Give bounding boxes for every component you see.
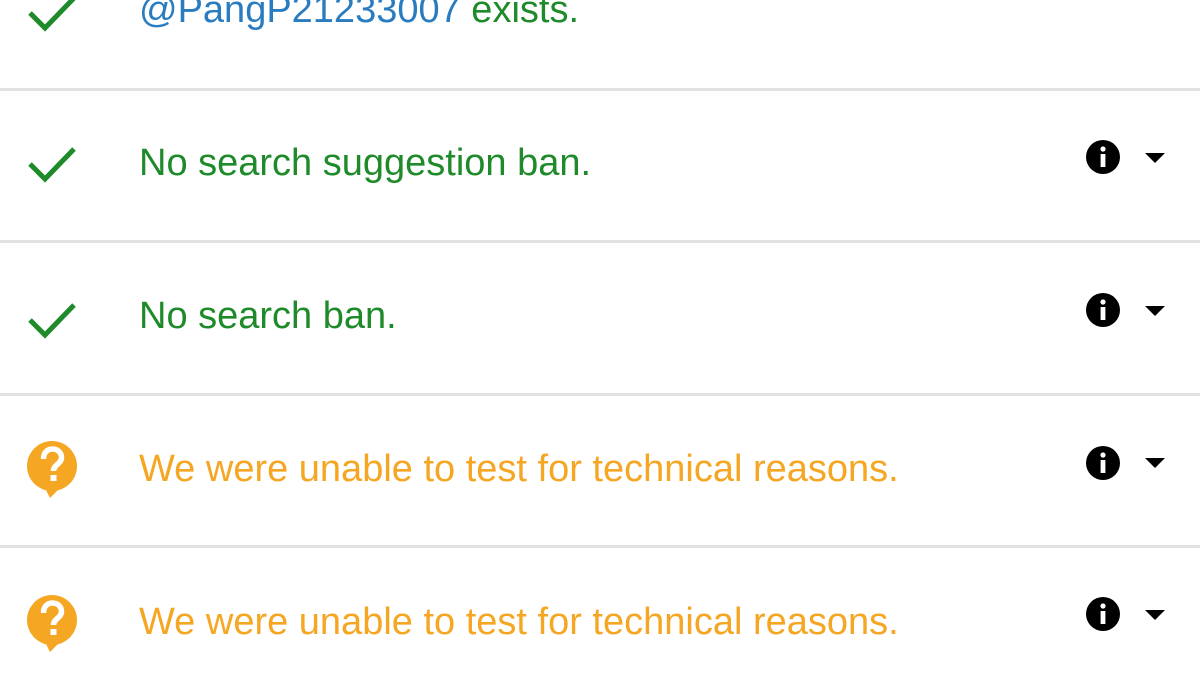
results-list: @PangP21233007 exists. No search suggest… — [0, 0, 1200, 683]
chevron-down-icon[interactable] — [1143, 304, 1167, 318]
result-text: We were unable to test for technical rea… — [139, 448, 899, 490]
result-text: No search suggestion ban. — [139, 142, 592, 184]
question-bubble-icon — [22, 592, 82, 652]
info-icon[interactable] — [1085, 445, 1121, 481]
checkmark-icon — [22, 0, 82, 42]
result-row-ghost-ban[interactable]: We were unable to test for technical rea… — [0, 396, 1200, 548]
result-text: @PangP21233007 exists. — [139, 0, 579, 32]
checkmark-icon — [22, 289, 82, 349]
exists-label: exists. — [460, 0, 579, 31]
chevron-down-icon[interactable] — [1143, 151, 1167, 165]
result-row-suggestion-ban[interactable]: No search suggestion ban. — [0, 91, 1200, 243]
info-icon[interactable] — [1085, 292, 1121, 328]
user-handle-link[interactable]: @PangP21233007 — [139, 0, 461, 31]
chevron-down-icon[interactable] — [1143, 608, 1167, 622]
result-text: No search ban. — [139, 295, 397, 337]
info-icon[interactable] — [1085, 139, 1121, 175]
checkmark-icon — [22, 133, 82, 193]
result-text: We were unable to test for technical rea… — [139, 601, 899, 643]
info-icon[interactable] — [1085, 596, 1121, 632]
result-row-exists: @PangP21233007 exists. — [0, 0, 1200, 88]
question-bubble-icon — [22, 438, 82, 498]
result-row-reply-deboosting[interactable]: We were unable to test for technical rea… — [0, 548, 1200, 683]
chevron-down-icon[interactable] — [1143, 456, 1167, 470]
result-row-search-ban[interactable]: No search ban. — [0, 243, 1200, 395]
